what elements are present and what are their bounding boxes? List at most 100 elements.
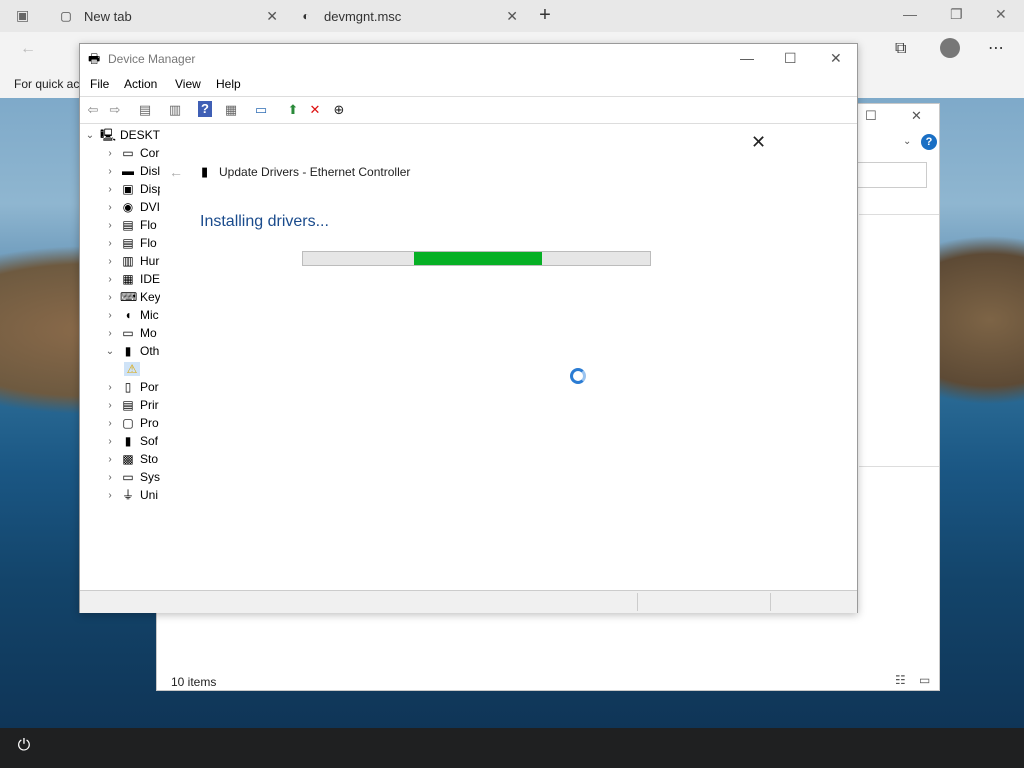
tree-item[interactable]: ⌄ 🖳DESKTO: [84, 126, 160, 144]
menu-view[interactable]: View: [175, 77, 201, 91]
tree-item[interactable]: › ▭ Cor: [104, 144, 159, 162]
tree-item[interactable]: › ⌨ Key: [104, 288, 160, 306]
properties-icon[interactable]: ▥: [166, 101, 184, 119]
tree-item[interactable]: ⚠: [120, 360, 144, 378]
minimize-icon[interactable]: —: [740, 50, 754, 66]
software-device-icon: ▮: [124, 434, 132, 448]
maximize-icon[interactable]: ☐: [784, 50, 797, 67]
mouse-icon: ◖: [124, 308, 132, 322]
tree-item[interactable]: › ▭ Mo: [104, 324, 156, 342]
tab-actions-icon[interactable]: ▣: [16, 7, 29, 24]
menu-help[interactable]: Help: [216, 77, 241, 91]
scan-hardware-icon[interactable]: ▭: [252, 101, 270, 119]
chevron-right-icon[interactable]: ›: [104, 202, 116, 213]
chevron-right-icon[interactable]: ›: [104, 472, 116, 483]
chevron-right-icon[interactable]: ›: [104, 418, 116, 429]
tree-item[interactable]: › ▤ Flo: [104, 234, 156, 252]
tree-item-label: Sof: [140, 434, 159, 448]
chevron-right-icon[interactable]: ›: [104, 328, 116, 339]
chevron-right-icon[interactable]: ›: [104, 256, 116, 267]
menu-file[interactable]: File: [90, 77, 109, 91]
tree-item-label: Disl: [140, 164, 160, 178]
chevron-right-icon[interactable]: ›: [104, 454, 116, 465]
title-bar: 🖶 Device Manager — ☐ ✕: [80, 44, 857, 74]
tree-item[interactable]: › ▢ Pro: [104, 414, 159, 432]
tree-item[interactable]: › ◉ DVI: [104, 198, 160, 216]
chevron-down-icon[interactable]: ⌄: [104, 346, 116, 357]
chevron-right-icon[interactable]: ›: [104, 382, 116, 393]
close-icon[interactable]: ✕: [911, 108, 922, 124]
chevron-right-icon[interactable]: ›: [104, 490, 116, 501]
chevron-right-icon[interactable]: ›: [104, 310, 116, 321]
browser-tab-strip: ▣ ▢ New tab ✕ ◐ devmgnt.msc ✕ + — ❐ ✕: [0, 0, 1024, 32]
close-icon[interactable]: ✕: [830, 50, 842, 67]
tree-item[interactable]: › ▤ Flo: [104, 216, 156, 234]
chevron-right-icon[interactable]: ›: [104, 220, 116, 231]
chevron-right-icon[interactable]: ›: [104, 238, 116, 249]
chevron-right-icon[interactable]: ›: [104, 400, 116, 411]
restore-icon[interactable]: ❐: [950, 6, 963, 23]
warning-device-icon: ⚠: [124, 362, 140, 376]
uninstall-icon[interactable]: ✕: [306, 101, 324, 119]
details-view-icon[interactable]: ☷: [895, 673, 906, 687]
tab-devmgnt[interactable]: ◐ devmgnt.msc ✕: [288, 0, 528, 32]
close-icon[interactable]: ✕: [995, 6, 1007, 23]
processor-icon: ▢: [122, 416, 134, 430]
close-icon[interactable]: ✕: [751, 132, 766, 153]
view-icon[interactable]: ▦: [222, 101, 240, 119]
back-icon[interactable]: ←: [20, 40, 36, 58]
forward-icon[interactable]: ⇨: [106, 101, 124, 119]
tree-item[interactable]: › ▬ Disl: [104, 162, 160, 180]
progress-fill: [414, 252, 543, 265]
tree-item[interactable]: ⌄ ▮ Oth: [104, 342, 160, 360]
tree-item[interactable]: › ⏚ Uni: [104, 486, 158, 504]
tree-item[interactable]: › ▯ Por: [104, 378, 158, 396]
disable-device-icon[interactable]: ⊕: [330, 101, 348, 119]
tab-new-tab[interactable]: ▢ New tab ✕: [48, 0, 288, 32]
power-icon[interactable]: ⏻: [14, 736, 34, 756]
tree-item[interactable]: › ▣ Disp: [104, 180, 160, 198]
back-icon[interactable]: ⇦: [84, 101, 102, 119]
busy-spinner-icon: [570, 368, 586, 384]
tree-item-label: DVI: [140, 200, 160, 214]
close-tab-icon[interactable]: ✕: [506, 8, 518, 25]
chevron-down-icon[interactable]: ⌄: [903, 136, 911, 147]
tree-item[interactable]: › ▩ Sto: [104, 450, 158, 468]
tree-item[interactable]: › ▭ Sys: [104, 468, 160, 486]
floppy-icon: ▤: [122, 236, 134, 250]
help-icon[interactable]: ?: [921, 134, 937, 150]
collections-icon[interactable]: ⧉: [895, 40, 906, 58]
back-arrow-icon[interactable]: ←: [169, 164, 183, 180]
chevron-right-icon[interactable]: ›: [104, 166, 116, 177]
show-hide-tree-icon[interactable]: ▤: [136, 101, 154, 119]
chevron-right-icon[interactable]: ›: [104, 436, 116, 447]
tree-item-label: Oth: [140, 344, 160, 358]
profile-avatar[interactable]: [940, 38, 960, 58]
new-tab-button[interactable]: +: [535, 4, 555, 26]
tree-item[interactable]: › ◖ Mic: [104, 306, 158, 324]
chevron-right-icon[interactable]: ›: [104, 292, 116, 303]
help-icon[interactable]: ?: [198, 101, 212, 117]
window-title: Device Manager: [108, 52, 196, 66]
menu-action[interactable]: Action: [124, 77, 157, 91]
tree-item[interactable]: › ▦ IDE: [104, 270, 160, 288]
tree-item[interactable]: › ▮ Sof: [104, 432, 158, 450]
tree-item[interactable]: › ▥ Hur: [104, 252, 159, 270]
more-icon[interactable]: ⋯: [988, 38, 1004, 58]
installing-heading: Installing drivers...: [200, 213, 329, 230]
tab-label: New tab: [84, 8, 132, 24]
minimize-icon[interactable]: —: [903, 6, 917, 22]
chevron-right-icon[interactable]: ›: [104, 274, 116, 285]
chevron-right-icon[interactable]: ›: [104, 184, 116, 195]
chevron-down-icon[interactable]: ⌄: [84, 130, 96, 141]
dvd-icon: ◉: [122, 200, 134, 214]
tree-item-label: Uni: [140, 488, 159, 502]
chevron-right-icon[interactable]: ›: [104, 148, 116, 159]
close-tab-icon[interactable]: ✕: [266, 8, 278, 25]
large-icons-view-icon[interactable]: ▭: [919, 673, 930, 687]
tree-item-label: Pro: [140, 416, 159, 430]
search-input[interactable]: [857, 162, 927, 188]
update-driver-icon[interactable]: ⬆: [284, 101, 302, 119]
restore-icon[interactable]: ☐: [865, 108, 877, 124]
tree-item[interactable]: › ▤ Prir: [104, 396, 158, 414]
